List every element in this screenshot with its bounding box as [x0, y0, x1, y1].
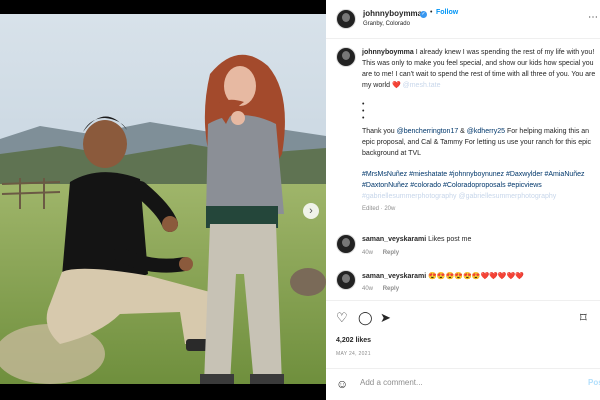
comment-username[interactable]: saman_veyskarami — [362, 273, 426, 280]
emoji-icon[interactable]: ☺ — [336, 377, 348, 391]
caption-avatar[interactable] — [336, 47, 356, 67]
add-comment-input[interactable] — [358, 377, 562, 388]
share-icon[interactable]: ➤ — [380, 311, 391, 324]
caption-hashtags[interactable]: #MrsMsNuñez #mieshatate #johnnyboynunez … — [362, 171, 585, 189]
proposal-photo-illustration — [0, 14, 326, 384]
heart-icon[interactable]: ♡ — [336, 311, 348, 324]
avatar[interactable] — [336, 9, 356, 29]
reply-button[interactable]: Reply — [383, 250, 399, 256]
comment-body: 😍😍😍😍😍😍❤️❤️❤️❤️❤️ — [428, 273, 525, 280]
comment-username[interactable]: saman_veyskarami — [362, 236, 426, 243]
more-options-icon[interactable]: ⋯ — [588, 12, 598, 23]
likes-count[interactable]: 4,202 likes — [336, 337, 371, 344]
mention-mesh[interactable]: @mesh.tate — [403, 82, 441, 89]
post-date: MAY 24, 2021 — [336, 351, 371, 357]
caption-username[interactable]: johnnyboymma — [362, 49, 414, 56]
header-username[interactable]: johnnyboymma — [363, 9, 422, 18]
post-details-panel: johnnyboymma ✓ • Follow Granby, Colorado… — [326, 0, 600, 400]
verified-badge-icon: ✓ — [420, 11, 427, 18]
comment-body: Likes post me — [428, 236, 472, 243]
comment-time: 40w — [362, 286, 374, 292]
comment-time: 40w — [362, 250, 374, 256]
comment-2-meta: 40w Reply — [362, 286, 399, 292]
post-caption: johnnyboymma I already knew I was spendi… — [362, 47, 596, 215]
comment-icon[interactable]: ◯ — [358, 311, 373, 324]
chevron-right-icon: › — [309, 204, 313, 217]
add-comment-bar: ☺ Post — [326, 368, 600, 400]
heart-emoji: ❤️ — [391, 82, 401, 89]
caption-text-2: Thank you — [362, 128, 397, 135]
comment-1: saman_veyskarami Likes post me — [362, 236, 471, 243]
caption-photographer[interactable]: #gabriellesummerphotography @gabriellesu… — [362, 193, 556, 200]
bookmark-icon[interactable]: ⌑ — [580, 311, 587, 324]
post-header: johnnyboymma ✓ • Follow Granby, Colorado… — [326, 0, 600, 39]
follow-button[interactable]: Follow — [436, 9, 458, 16]
mention-ben[interactable]: @bencherrington17 — [397, 128, 459, 135]
comment-avatar[interactable] — [336, 234, 356, 254]
comment-1-meta: 40w Reply — [362, 250, 399, 256]
caption-time: Edited · 20w — [362, 206, 396, 212]
comment-2: saman_veyskarami 😍😍😍😍😍😍❤️❤️❤️❤️❤️ — [362, 272, 524, 280]
post-comment-button[interactable]: Post — [588, 378, 600, 387]
mention-kd[interactable]: @kdherry25 — [467, 128, 505, 135]
reply-button[interactable]: Reply — [383, 286, 399, 292]
post-location[interactable]: Granby, Colorado — [363, 21, 410, 27]
separator-dot: • — [430, 9, 433, 16]
caption-dots: • • • — [362, 101, 365, 122]
post-photo[interactable]: › — [0, 14, 326, 384]
next-photo-button[interactable]: › — [303, 203, 319, 219]
comment-avatar[interactable] — [336, 270, 356, 290]
